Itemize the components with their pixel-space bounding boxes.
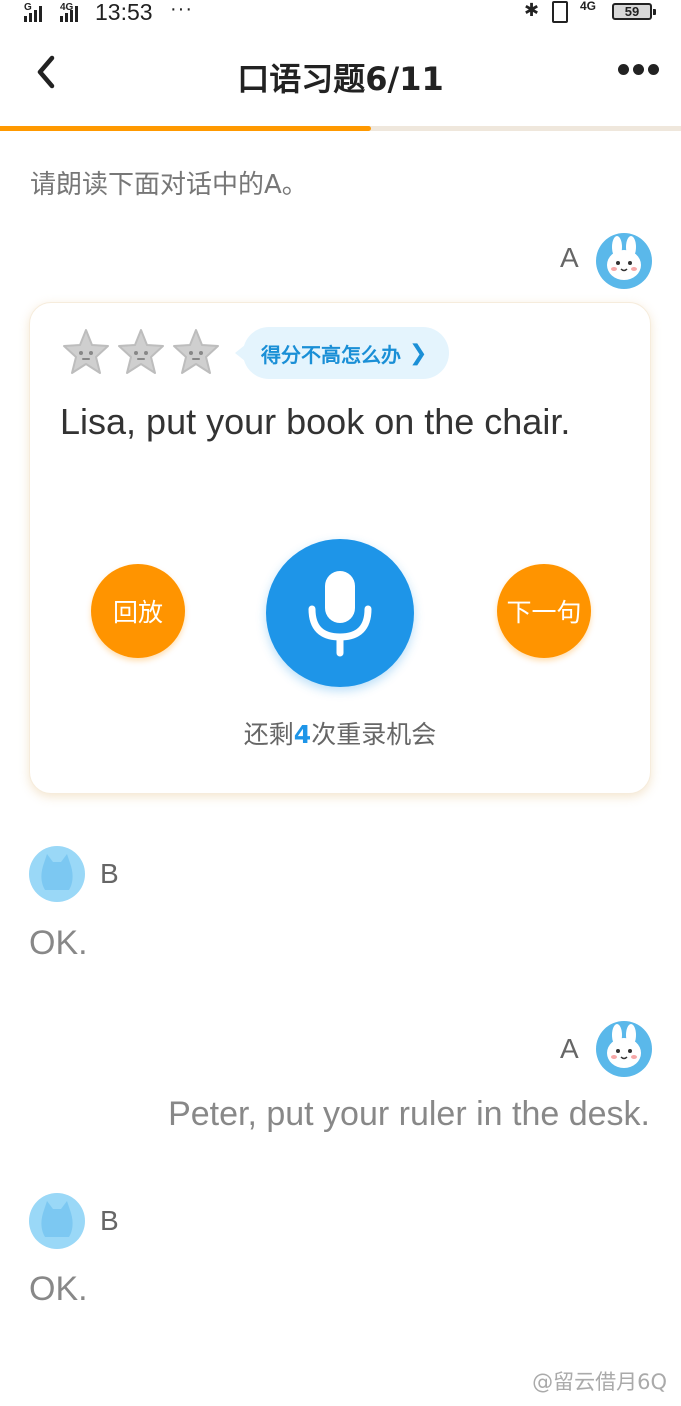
dialog-line-text: Peter, put your ruler in the desk. bbox=[168, 1095, 650, 1133]
role-label-a: A bbox=[560, 242, 579, 273]
status-bar: G 4G 13:53 ··· ✱ 4G 59 bbox=[0, 0, 681, 28]
avatar-b bbox=[29, 846, 85, 902]
bunny-avatar-icon bbox=[607, 236, 641, 280]
low-score-help-label: 得分不高怎么办 bbox=[261, 342, 401, 367]
avatar-b bbox=[29, 1193, 85, 1249]
role-label-b: B bbox=[100, 1205, 119, 1236]
role-label-b: B bbox=[100, 858, 119, 889]
retry-remaining-text: 还剩4次重录机会 bbox=[30, 715, 650, 751]
microphone-icon bbox=[308, 571, 372, 657]
watermark: @留云借月6Q bbox=[532, 1370, 667, 1394]
star-icon bbox=[63, 329, 109, 374]
replay-label: 回放 bbox=[112, 598, 163, 627]
bluetooth-icon: ✱ bbox=[524, 0, 540, 20]
current-sentence: Lisa, put your book on the chair. bbox=[60, 401, 571, 442]
more-menu-button[interactable] bbox=[618, 64, 659, 75]
dialog-line-text: OK. bbox=[29, 1270, 88, 1308]
clock: 13:53 bbox=[95, 0, 153, 25]
battery-icon: 59 bbox=[612, 3, 656, 20]
next-sentence-label: 下一句 bbox=[506, 598, 582, 627]
retry-count: 4 bbox=[293, 720, 312, 749]
progress-fill bbox=[0, 126, 372, 131]
more-notifications-icon: ··· bbox=[170, 0, 193, 20]
record-button[interactable] bbox=[266, 539, 414, 687]
star-icon bbox=[118, 329, 164, 374]
retry-prefix: 还剩 bbox=[243, 720, 294, 749]
chevron-right-icon: ❯ bbox=[409, 340, 428, 366]
avatar-a bbox=[596, 1021, 652, 1077]
avatar-a bbox=[596, 233, 652, 289]
current-sentence-card: 得分不高怎么办 ❯ Lisa, put your book on the cha… bbox=[29, 302, 651, 794]
next-sentence-button[interactable]: 下一句 bbox=[497, 564, 591, 658]
replay-button[interactable]: 回放 bbox=[91, 564, 185, 658]
nav-header: 口语习题6/11 bbox=[0, 40, 681, 115]
role-label-a: A bbox=[560, 1033, 579, 1064]
vibrate-icon bbox=[552, 1, 568, 23]
battery-level: 59 bbox=[624, 4, 640, 19]
low-score-help-button[interactable]: 得分不高怎么办 ❯ bbox=[234, 327, 450, 379]
bunny-avatar-icon bbox=[607, 1024, 641, 1068]
signal-strength-icon bbox=[60, 6, 78, 22]
signal-strength-icon bbox=[24, 6, 42, 22]
page-title: 口语习题6/11 bbox=[237, 60, 444, 98]
progress-bar bbox=[0, 126, 681, 131]
character-avatar-icon bbox=[41, 1201, 73, 1237]
instruction-text: 请朗读下面对话中的A。 bbox=[30, 170, 308, 200]
score-stars bbox=[60, 327, 222, 377]
network-label: 4G bbox=[580, 0, 597, 13]
retry-suffix: 次重录机会 bbox=[311, 720, 437, 749]
star-icon bbox=[173, 329, 219, 374]
character-avatar-icon bbox=[41, 854, 73, 890]
dialog-line-text: OK. bbox=[29, 924, 88, 962]
